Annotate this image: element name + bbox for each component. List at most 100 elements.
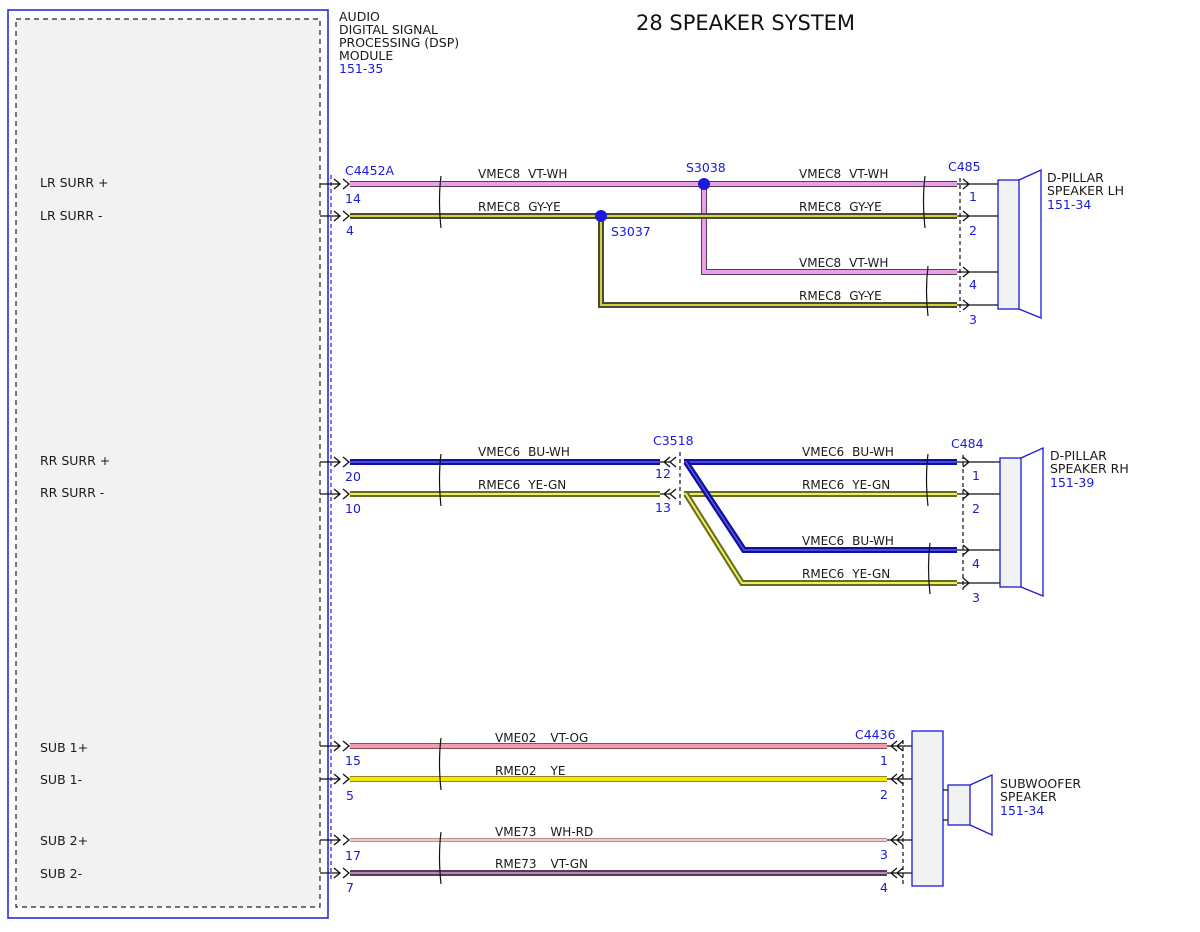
pin-label-rr-surr-minus: RR SURR - [40, 485, 104, 500]
splice-s3038 [698, 178, 710, 190]
wire-circuit-lr-minus-b: RMEC8 [799, 200, 841, 214]
wire-label-sub2-plus: VME73 WH-RD [495, 825, 593, 839]
c3518-pin-13: 13 [655, 500, 671, 515]
dsp-ref: 151-35 [339, 61, 383, 76]
wire-color-sub2-plus: WH-RD [550, 825, 593, 839]
subwoofer-speaker-body [947, 784, 971, 826]
sub-pin-stub-2 [887, 773, 912, 785]
rh-speaker-assembly [957, 446, 1044, 597]
wire-circuit-rr-plus-c: VMEC6 [802, 534, 844, 548]
lh-speaker-ref: 151-34 [1047, 197, 1091, 212]
splice-label-s3038: S3038 [686, 160, 726, 175]
rh-pin-1: 1 [972, 468, 980, 483]
wire-circuit-rr-minus-c: RMEC6 [802, 567, 844, 581]
wire-color-rr-minus-b: YE-GN [851, 478, 890, 492]
sub-pin-2: 2 [880, 787, 888, 802]
wire-color-lr-plus-a: VT-WH [528, 167, 567, 181]
sub-speaker-name-2: SPEAKER [1000, 789, 1057, 804]
lh-pin-stub-1 [957, 178, 999, 190]
dsp-pin-20: 20 [345, 469, 361, 484]
pin-label-lr-surr-minus: LR SURR - [40, 208, 103, 223]
lh-pin-4: 4 [969, 277, 977, 292]
rh-pin-4: 4 [972, 556, 980, 571]
dsp-pin-4: 4 [346, 223, 354, 238]
wire-circuit-lr-plus-c: VMEC8 [799, 256, 841, 270]
dsp-pin-5: 5 [346, 788, 354, 803]
dsp-pin-stub-5 [320, 773, 351, 785]
wire-lr-minus-branch-outline [598, 216, 957, 308]
sub-pin-stub-4 [887, 867, 912, 879]
pin-label-sub1-plus: SUB 1+ [40, 740, 88, 755]
dsp-pin-stub-15 [320, 740, 351, 752]
sub-speaker-ref: 151-34 [1000, 803, 1044, 818]
pin-label-lr-surr-plus: LR SURR + [40, 175, 109, 190]
wire-color-lr-plus-b: VT-WH [849, 167, 888, 181]
dsp-pin-stubs [320, 178, 351, 879]
sub-pin-1: 1 [880, 753, 888, 768]
rh-pin-stub-3 [957, 577, 1001, 589]
wire-color-rr-plus-c: BU-WH [852, 534, 894, 548]
subwoofer-speaker-cone [969, 773, 993, 837]
wire-color-sub1-minus: YE [550, 764, 566, 778]
wire-label-rr-minus-c: RMEC6 YE-GN [802, 567, 890, 581]
lh-pin-2: 2 [969, 223, 977, 238]
connector-c485: C485 [948, 159, 981, 174]
wire-color-sub2-minus: VT-GN [551, 857, 588, 871]
wire-label-rr-plus-b: VMEC6 BU-WH [802, 445, 894, 459]
wire-color-rr-minus-a: YE-GN [527, 478, 566, 492]
dsp-pin-stub-20 [320, 456, 351, 468]
wire-circuit-lr-minus-c: RMEC8 [799, 289, 841, 303]
wire-label-sub2-minus: RME73 VT-GN [495, 857, 588, 871]
wire-label-lr-plus-b: VMEC8 VT-WH [799, 167, 888, 181]
wire-circuit-sub2-minus: RME73 [495, 857, 537, 871]
connector-c3518: C3518 [653, 433, 694, 448]
rh-speaker-ref: 151-39 [1050, 475, 1094, 490]
sub-pin-4: 4 [880, 880, 888, 895]
twist-marker-rr-dsp [438, 453, 442, 507]
wire-lr-minus-branch [600, 216, 957, 306]
connector-c4452a: C4452A [345, 163, 395, 178]
rh-speaker-cone [1020, 446, 1044, 597]
wire-circuit-sub1-minus: RME02 [495, 764, 537, 778]
dsp-pin-stub-4 [320, 210, 351, 222]
twist-marker-lr-lh-b [925, 265, 929, 317]
wire-label-lr-plus-c: VMEC8 VT-WH [799, 256, 888, 270]
lh-speaker-cone [1018, 168, 1042, 319]
connector-c4436: C4436 [855, 727, 896, 742]
rh-pin-3: 3 [972, 590, 980, 605]
twist-marker-sub2 [438, 831, 442, 885]
rh-speaker-body [999, 457, 1022, 588]
wire-circuit-rr-plus-a: VMEC6 [478, 445, 520, 459]
lh-pin-stub-4 [957, 266, 999, 278]
pin-label-sub2-minus: SUB 2- [40, 866, 82, 881]
sub-pin-stubs [887, 740, 912, 879]
wire-label-lr-minus-c: RMEC8 GY-YE [799, 289, 882, 303]
pin-label-rr-surr-plus: RR SURR + [40, 453, 110, 468]
pin-label-sub1-minus: SUB 1- [40, 772, 82, 787]
wire-circuit-lr-plus-a: VMEC8 [478, 167, 520, 181]
pin-label-sub2-plus: SUB 2+ [40, 833, 88, 848]
wire-label-lr-minus-b: RMEC8 GY-YE [799, 200, 882, 214]
diagram-canvas: 28 SPEAKER SYSTEM AUDIO DIGITAL SIGNAL P… [7, 9, 1129, 919]
sub-pin-stub-3 [887, 834, 912, 846]
wire-label-rr-minus-a: RMEC6 YE-GN [478, 478, 566, 492]
wire-label-sub1-plus: VME02 VT-OG [495, 731, 588, 745]
lh-pin-stub-2 [957, 210, 999, 222]
wire-color-rr-plus-b: BU-WH [852, 445, 894, 459]
twist-marker-rr-rh-a [925, 453, 929, 507]
wire-label-sub1-minus: RME02 YE [495, 764, 565, 778]
c3518-pin-stub-13 [660, 488, 677, 500]
c3518-pin-12: 12 [655, 466, 671, 481]
wire-color-lr-minus-b: GY-YE [849, 200, 881, 214]
lh-speaker-body [997, 179, 1020, 310]
wire-color-lr-minus-c: GY-YE [849, 289, 881, 303]
rh-pin-2: 2 [972, 501, 980, 516]
wire-color-rr-minus-c: YE-GN [851, 567, 890, 581]
wire-circuit-sub1-plus: VME02 [495, 731, 536, 745]
dsp-pin-stub-7 [320, 867, 351, 879]
twist-marker-sub1 [438, 737, 442, 791]
dsp-pin-10: 10 [345, 501, 361, 516]
wiring-diagram: 28 SPEAKER SYSTEM AUDIO DIGITAL SIGNAL P… [0, 0, 1200, 927]
wire-circuit-rr-plus-b: VMEC6 [802, 445, 844, 459]
splice-label-s3037: S3037 [611, 224, 651, 239]
